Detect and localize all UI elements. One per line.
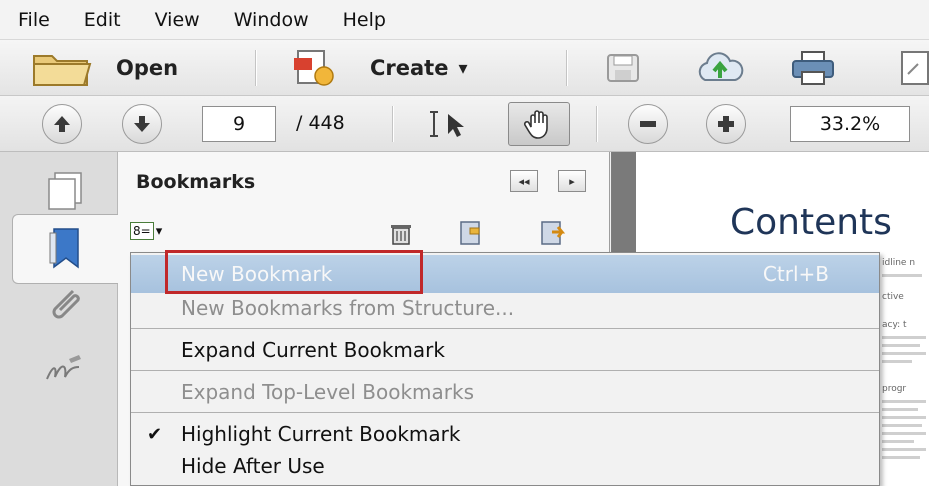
previous-page-button[interactable]: [42, 104, 82, 144]
zoom-out-button[interactable]: [628, 104, 668, 144]
menu-item-label: Expand Top-Level Bookmarks: [181, 380, 475, 404]
text-line: [882, 344, 920, 347]
pages-icon: [48, 172, 82, 210]
plus-icon: [718, 116, 734, 132]
text-line: [882, 440, 914, 443]
navigation-toolbar: 9 / 448 33.2%: [0, 96, 929, 152]
document-heading: Contents: [730, 202, 892, 243]
page-total-label: / 448: [296, 112, 345, 134]
menu-item-label: Hide After Use: [181, 454, 325, 478]
print-icon[interactable]: [790, 50, 836, 86]
create-label: Create: [370, 56, 449, 80]
document-text-snippet: acy: t: [882, 320, 907, 330]
arrow-down-icon: [134, 116, 150, 132]
hand-tool-button[interactable]: [508, 102, 570, 146]
edit-document-icon[interactable]: [898, 50, 929, 86]
options-icon: 8=: [130, 222, 154, 240]
text-line: [882, 456, 920, 459]
bookmarks-panel-title: Bookmarks: [136, 171, 256, 193]
signatures-tab[interactable]: [12, 334, 118, 404]
menu-item-label: Expand Current Bookmark: [181, 338, 445, 362]
menu-window[interactable]: Window: [234, 9, 309, 31]
create-pdf-icon: [294, 50, 334, 86]
text-line: [882, 274, 922, 277]
open-label: Open: [116, 56, 179, 80]
menu-item-new-bookmarks-from-structure[interactable]: New Bookmarks from Structure...: [131, 289, 879, 327]
paperclip-icon: [52, 289, 80, 319]
minus-icon: [640, 121, 656, 127]
toolbar-separator: [392, 106, 394, 142]
create-button[interactable]: Create ▾: [290, 48, 468, 88]
signature-icon: [46, 355, 81, 380]
arrow-up-icon: [54, 116, 70, 132]
cloud-upload-icon[interactable]: [695, 52, 745, 84]
document-text-snippet: ctive: [882, 292, 904, 302]
options-arrow-icon: ▾: [155, 223, 163, 239]
hand-icon: [523, 110, 548, 139]
save-icon[interactable]: [605, 52, 641, 84]
bookmarks-panel-toolbar: 8= ▾: [118, 212, 610, 250]
menu-separator: [131, 328, 879, 329]
new-bookmark-icon[interactable]: [456, 218, 486, 248]
zoom-level-input[interactable]: 33.2%: [790, 106, 910, 142]
text-line: [882, 432, 926, 435]
menu-help[interactable]: Help: [343, 9, 386, 31]
text-line: [882, 408, 918, 411]
create-dropdown-arrow-icon: ▾: [458, 57, 468, 79]
text-line: [882, 352, 926, 355]
menu-separator: [131, 412, 879, 413]
toolbar-separator: [255, 50, 257, 86]
trash-icon[interactable]: [388, 220, 414, 246]
select-tool-icon[interactable]: [428, 108, 478, 140]
toolbar-separator: [566, 50, 568, 86]
text-line: [882, 448, 926, 451]
move-bookmark-icon[interactable]: [538, 218, 568, 248]
menu-edit[interactable]: Edit: [84, 9, 121, 31]
zoom-in-button[interactable]: [706, 104, 746, 144]
check-icon: ✔: [147, 423, 163, 445]
menu-item-expand-top-level-bookmarks[interactable]: Expand Top-Level Bookmarks: [131, 373, 879, 411]
open-button[interactable]: Open: [30, 48, 178, 88]
next-page-button[interactable]: [122, 104, 162, 144]
menu-bar: File Edit View Window Help: [0, 0, 929, 40]
menu-item-hide-after-use[interactable]: Hide After Use: [131, 447, 879, 485]
menu-item-label: New Bookmarks from Structure...: [181, 296, 515, 320]
text-line: [882, 400, 926, 403]
text-line: [882, 336, 926, 339]
menu-file[interactable]: File: [18, 9, 50, 31]
menu-item-label: Highlight Current Bookmark: [181, 422, 461, 446]
document-text-snippet: progr: [882, 384, 907, 394]
menu-item-expand-current-bookmark[interactable]: Expand Current Bookmark: [131, 331, 879, 369]
page-number-input[interactable]: 9: [202, 106, 276, 142]
text-line: [882, 360, 912, 363]
collapse-panel-button[interactable]: ◂◂: [510, 170, 538, 192]
folder-icon: [33, 55, 92, 86]
toolbar-separator: [596, 106, 598, 142]
menu-separator: [131, 370, 879, 371]
menu-view[interactable]: View: [155, 9, 200, 31]
main-toolbar: Open Create ▾: [0, 40, 929, 96]
menu-item-shortcut: Ctrl+B: [762, 262, 829, 286]
navigation-pane-rail: [0, 152, 118, 486]
document-text-snippet: idline n: [882, 258, 916, 268]
text-line: [882, 416, 926, 419]
options-menu-button[interactable]: 8= ▾: [130, 222, 162, 240]
bookmark-icon: [49, 228, 79, 269]
highlight-annotation-box: [165, 250, 423, 294]
text-line: [882, 424, 922, 427]
expand-panel-button[interactable]: ▸: [558, 170, 586, 192]
attachments-tab[interactable]: [12, 270, 118, 340]
